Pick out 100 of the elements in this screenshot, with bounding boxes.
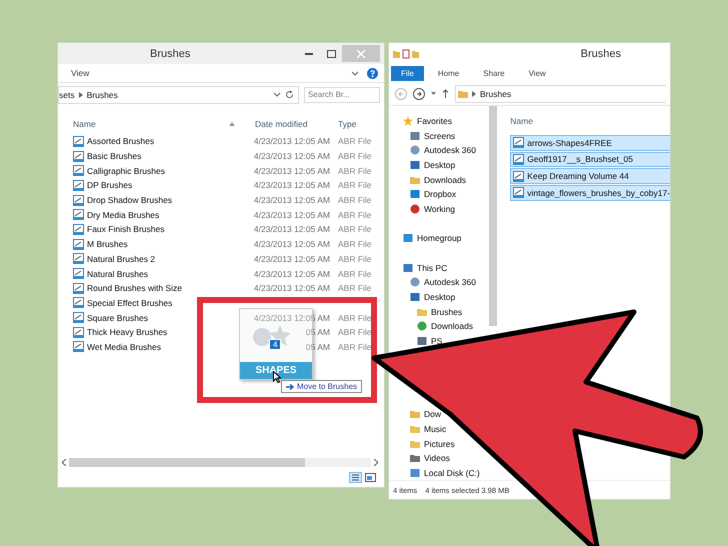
file-name[interactable]: Dry Media Brushes [73,209,160,220]
type-cell-text: ABR File [338,166,373,176]
file-name[interactable]: Faux Finish Brushes [73,224,164,235]
help-icon[interactable] [367,68,378,78]
ribbon-tab[interactable]: View [518,66,556,80]
forward-button-icon[interactable] [413,88,425,100]
date-cell-text: 4/23/2013 12:05 AM [254,151,331,162]
search-field[interactable]: Search Br... [304,86,380,102]
nav-item[interactable]: Desktop [410,290,456,304]
file-icon [73,326,84,338]
file-name[interactable]: Assorted Brushes [73,136,154,147]
up-arrow-icon[interactable] [442,89,449,98]
nav-item[interactable]: Autodesk 360 [410,275,476,290]
file-row[interactable]: vintage_flowers_brushes_by_coby17- [510,184,670,201]
file-name[interactable]: DP Brushes [73,180,132,191]
address-bar[interactable]: Brushes [455,84,666,102]
dropdown-icon[interactable] [431,92,436,95]
date-cell-text: 4/23/2013 12:05 AM [254,283,331,294]
window-title: Brushes [150,48,190,60]
address-bar[interactable]: sets Brushes [58,86,299,104]
file-icon [73,282,84,294]
nav-item[interactable]: Working [410,201,456,216]
file-name[interactable]: Calligraphic Brushes [73,165,165,176]
nav-item[interactable]: Homegroup [403,231,462,246]
file-icon [73,165,84,176]
drag-label: SHAPES [240,362,312,379]
folder-icon [458,88,468,98]
date-cell-text: 4/23/2013 12:05 AM [254,195,331,206]
ribbon-tab[interactable]: View [71,68,90,78]
column-header[interactable]: Name [510,112,670,130]
scroll-right-icon[interactable] [373,458,378,466]
column-header[interactable]: Type [338,119,384,129]
folder-icon [417,306,427,317]
nav-item[interactable]: Local Disk (C:) [410,465,480,480]
type-cell-text: ABR File [338,327,373,338]
refresh-icon[interactable] [285,90,294,99]
file-icon [73,268,84,280]
chevron-icon [351,70,359,76]
column-header[interactable]: Date modified [255,119,338,129]
folder-icon [410,409,420,420]
type-cell-text: ABR File [338,254,373,264]
type-cell-text: ABR File [338,210,373,220]
file-row[interactable]: Keep Dreaming Volume 44 [510,168,670,184]
type-cell-text: ABR File [338,195,373,206]
nav-item[interactable]: Dropbox [410,186,456,202]
details-view-icon[interactable] [349,472,362,482]
ribbon-tab[interactable]: File [391,66,424,80]
file-name[interactable]: Round Brushes with Size [73,282,182,294]
file-icon [73,224,84,235]
file-name[interactable]: Drop Shadow Brushes [73,194,172,206]
file-icon [513,187,524,198]
chevron-icon [273,91,281,98]
file-name[interactable]: Square Brushes [73,312,148,324]
nav-item[interactable]: Autodesk 360 [410,143,476,158]
type-cell-text: ABR File [338,136,373,146]
date-cell-text: 4/23/2013 12:05 AM [254,224,331,234]
column-header[interactable]: Name [73,119,255,129]
date-cell-text: 4/23/2013 12:05 AM [254,239,331,250]
nav-item[interactable]: Pictures [410,436,455,451]
file-row[interactable]: Geoff1917__s_Brushset_05 [510,152,670,168]
type-cell-text: ABR File [338,283,373,294]
type-cell-text: ABR File [338,180,373,190]
file-name[interactable]: Wet Media Brushes [73,341,162,352]
nav-item[interactable]: Favorites [403,114,452,129]
file-name[interactable]: Natural Brushes [73,268,148,280]
nav-item[interactable]: Screens [410,128,456,144]
scroll-left-icon[interactable] [62,458,67,466]
maximize-icon [326,50,336,58]
file-icon [513,154,524,165]
file-name[interactable]: Basic Brushes [73,150,142,162]
file-icon [513,137,524,148]
file-icon [73,136,84,147]
nav-item[interactable]: Dow [410,407,442,422]
horizontal-scrollbar[interactable] [69,458,371,466]
nav-item[interactable]: Downloads [417,318,474,334]
nav-item[interactable]: Videos [410,450,450,466]
file-icon [513,170,524,182]
nav-item[interactable]: Downloads [410,172,466,187]
nav-item[interactable]: PS [417,334,442,348]
file-name[interactable]: M Brushes [73,238,128,250]
file-name[interactable]: Natural Brushes 2 [73,253,156,264]
date-cell-text: 4/23/2013 12:05 AM [254,180,331,190]
thumbnail-view-icon[interactable] [365,472,376,482]
chevron-icon [472,90,476,96]
folder-icon [410,438,420,449]
date-cell-text: 4/23/2013 12:05 AM [254,268,331,279]
file-name[interactable]: Thick Heavy Brushes [73,326,168,338]
vertical-scrollbar[interactable] [489,106,498,326]
arrow-icon [286,384,294,390]
type-cell-text: ABR File [338,239,373,250]
file-row[interactable]: arrows-Shapes4FREE [510,135,670,151]
quick-access-toolbar-icon[interactable] [393,48,421,58]
folder-icon [410,453,420,464]
nav-item[interactable]: Music [410,422,446,436]
nav-item[interactable]: Brushes [417,304,462,319]
file-name[interactable]: Special Effect Brushes [73,297,172,308]
ribbon-tab[interactable]: Home [428,66,470,80]
nav-item[interactable]: Desktop [410,158,456,172]
nav-item[interactable]: This PC [403,260,448,276]
ribbon-tab[interactable]: Share [473,66,515,80]
